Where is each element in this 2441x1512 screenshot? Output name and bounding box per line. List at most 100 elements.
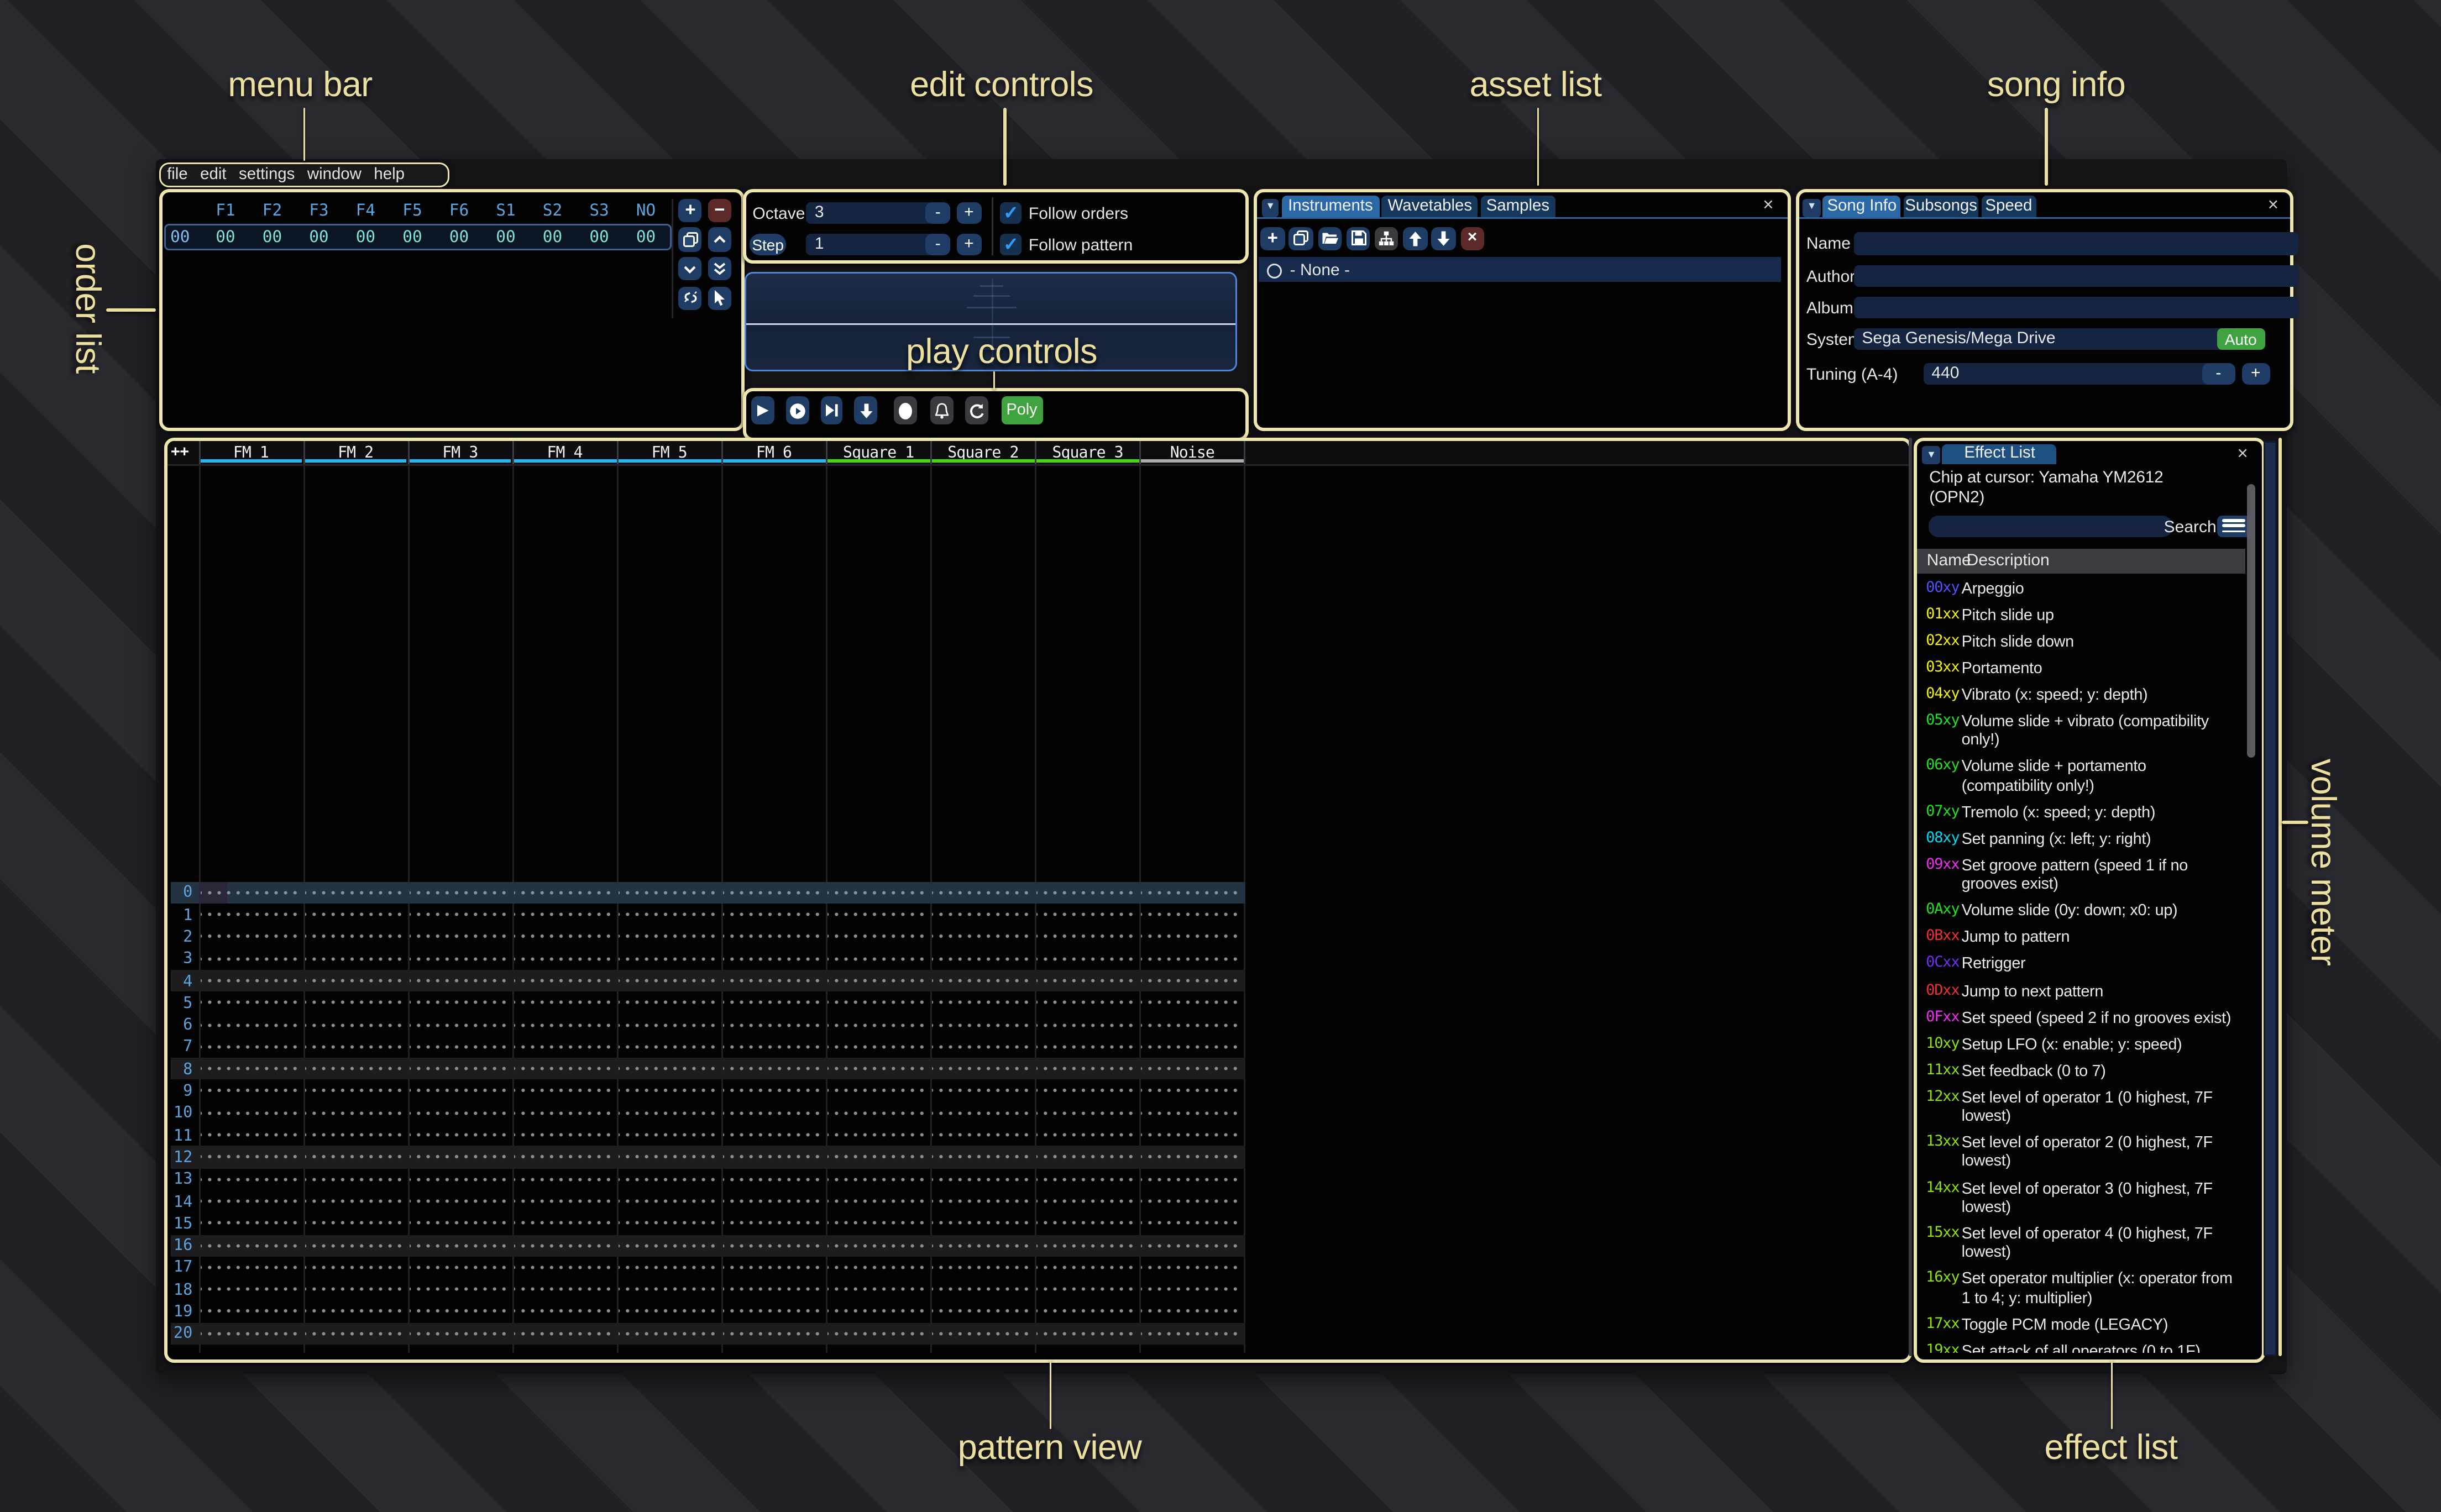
move-instrument-up-button[interactable]: [1403, 227, 1427, 250]
pattern-cell[interactable]: [1141, 1014, 1243, 1036]
pattern-cell[interactable]: [305, 1080, 406, 1102]
follow-orders-checkbox[interactable]: ✓: [1001, 202, 1022, 223]
pattern-cell[interactable]: [1141, 881, 1243, 904]
pattern-cell[interactable]: [1037, 1235, 1138, 1257]
pattern-cell[interactable]: [933, 1058, 1034, 1080]
pattern-cell[interactable]: [305, 1322, 406, 1345]
effect-list-item[interactable]: 19xxSet attack of all operators (0 to 1F…: [1918, 1340, 2249, 1353]
pattern-cell[interactable]: [723, 1190, 824, 1212]
pattern-cell[interactable]: [1037, 904, 1138, 926]
delete-instrument-button[interactable]: ×: [1460, 227, 1484, 250]
order-cell[interactable]: 00: [350, 229, 380, 247]
pattern-cell[interactable]: [410, 1278, 511, 1300]
pattern-cell[interactable]: [723, 1322, 824, 1345]
pattern-cell[interactable]: [200, 1014, 301, 1036]
pattern-cell[interactable]: [410, 881, 511, 904]
pattern-cell[interactable]: [305, 970, 406, 992]
effect-list-item[interactable]: 16xySet operator multiplier (x: operator…: [1918, 1268, 2249, 1313]
effect-list-item[interactable]: 03xxPortamento: [1918, 657, 2249, 684]
pattern-cell[interactable]: [514, 904, 615, 926]
order-cell[interactable]: 00: [397, 229, 427, 247]
pattern-cell[interactable]: [410, 1124, 511, 1146]
pattern-cell[interactable]: [619, 1036, 720, 1058]
pattern-cell[interactable]: [200, 1212, 301, 1235]
pattern-cell[interactable]: [828, 970, 929, 992]
pattern-cell[interactable]: [619, 1124, 720, 1146]
pattern-cell[interactable]: [1141, 1124, 1243, 1146]
effect-list-item[interactable]: 10xySetup LFO (x: enable; y: speed): [1918, 1033, 2249, 1059]
stop-button[interactable]: [894, 397, 916, 425]
effect-list-menu-icon[interactable]: [2218, 515, 2250, 537]
pattern-cell[interactable]: [305, 1036, 406, 1058]
pattern-cell[interactable]: [305, 1212, 406, 1235]
move-order-down-button[interactable]: [679, 257, 703, 281]
pattern-cell[interactable]: [933, 948, 1034, 970]
pattern-cell[interactable]: [305, 926, 406, 948]
order-edit-mode-button[interactable]: [708, 286, 731, 310]
pattern-cell[interactable]: [828, 926, 929, 948]
pattern-cell[interactable]: [933, 926, 1034, 948]
pattern-cell[interactable]: [410, 948, 511, 970]
tuning-increment-button[interactable]: +: [2241, 363, 2270, 385]
pattern-cell[interactable]: [1037, 1058, 1138, 1080]
pattern-cell[interactable]: [1037, 1146, 1138, 1168]
pattern-cell[interactable]: [828, 992, 929, 1014]
pattern-cell[interactable]: [305, 904, 406, 926]
pattern-cell[interactable]: [723, 1256, 824, 1278]
repeat-pattern-button[interactable]: [966, 397, 988, 425]
pattern-cell[interactable]: [514, 970, 615, 992]
pattern-cell[interactable]: [410, 970, 511, 992]
pattern-cell[interactable]: [933, 1212, 1034, 1235]
pattern-cell[interactable]: [514, 1190, 615, 1212]
pattern-cell[interactable]: [828, 1146, 929, 1168]
order-cell[interactable]: 00: [631, 229, 661, 247]
effect-list-item[interactable]: 12xxSet level of operator 1 (0 highest, …: [1918, 1086, 2249, 1132]
menu-item-edit[interactable]: edit: [200, 165, 226, 183]
pattern-cell[interactable]: [410, 992, 511, 1014]
tab-wavetables[interactable]: Wavetables: [1382, 196, 1478, 217]
pattern-cell[interactable]: [1037, 1256, 1138, 1278]
pattern-cell[interactable]: [933, 970, 1034, 992]
pattern-cell[interactable]: [200, 1256, 301, 1278]
song-field-input-name[interactable]: [1853, 233, 2297, 255]
metronome-button[interactable]: [930, 397, 952, 425]
pattern-cell[interactable]: [723, 1168, 824, 1190]
pattern-cell[interactable]: [410, 1168, 511, 1190]
pattern-cell[interactable]: [1037, 1036, 1138, 1058]
pattern-cell[interactable]: [828, 1014, 929, 1036]
order-cell[interactable]: 00: [584, 229, 614, 247]
save-instrument-button[interactable]: [1347, 227, 1370, 250]
pattern-cell[interactable]: [1037, 970, 1138, 992]
pattern-cell[interactable]: [1141, 1212, 1243, 1235]
song-field-input-system[interactable]: Sega Genesis/Mega Drive: [1853, 328, 2227, 350]
pattern-cell[interactable]: [723, 1124, 824, 1146]
pattern-cell[interactable]: [619, 1278, 720, 1300]
pattern-cell[interactable]: [200, 1322, 301, 1345]
song-info-collapse-icon[interactable]: ▼: [1803, 198, 1821, 216]
pattern-cell[interactable]: [514, 926, 615, 948]
pattern-cell[interactable]: [723, 1102, 824, 1124]
pattern-cell[interactable]: [723, 948, 824, 970]
pattern-cell[interactable]: [410, 904, 511, 926]
pattern-cell[interactable]: [933, 1322, 1034, 1345]
pattern-cell[interactable]: [305, 992, 406, 1014]
pattern-view-scrollbar[interactable]: [1908, 438, 1913, 1356]
pattern-cell[interactable]: [828, 1190, 929, 1212]
pattern-cell[interactable]: [1037, 1124, 1138, 1146]
pattern-cell[interactable]: [828, 1058, 929, 1080]
pattern-cell[interactable]: [619, 948, 720, 970]
pattern-cell[interactable]: [1037, 1014, 1138, 1036]
pattern-cell[interactable]: [933, 1102, 1034, 1124]
pattern-cell[interactable]: [514, 948, 615, 970]
pattern-cell[interactable]: [1141, 992, 1243, 1014]
pattern-cell[interactable]: [619, 1212, 720, 1235]
pattern-cell[interactable]: [410, 1256, 511, 1278]
effect-list-scrollbar[interactable]: [2248, 484, 2256, 758]
pattern-cell[interactable]: [933, 1036, 1034, 1058]
pattern-cell[interactable]: [933, 881, 1034, 904]
pattern-cell[interactable]: [410, 1212, 511, 1235]
pattern-cell[interactable]: [619, 1235, 720, 1257]
effect-search-input[interactable]: [1929, 515, 2173, 537]
pattern-cell[interactable]: [410, 1322, 511, 1345]
pattern-cell[interactable]: [200, 1036, 301, 1058]
